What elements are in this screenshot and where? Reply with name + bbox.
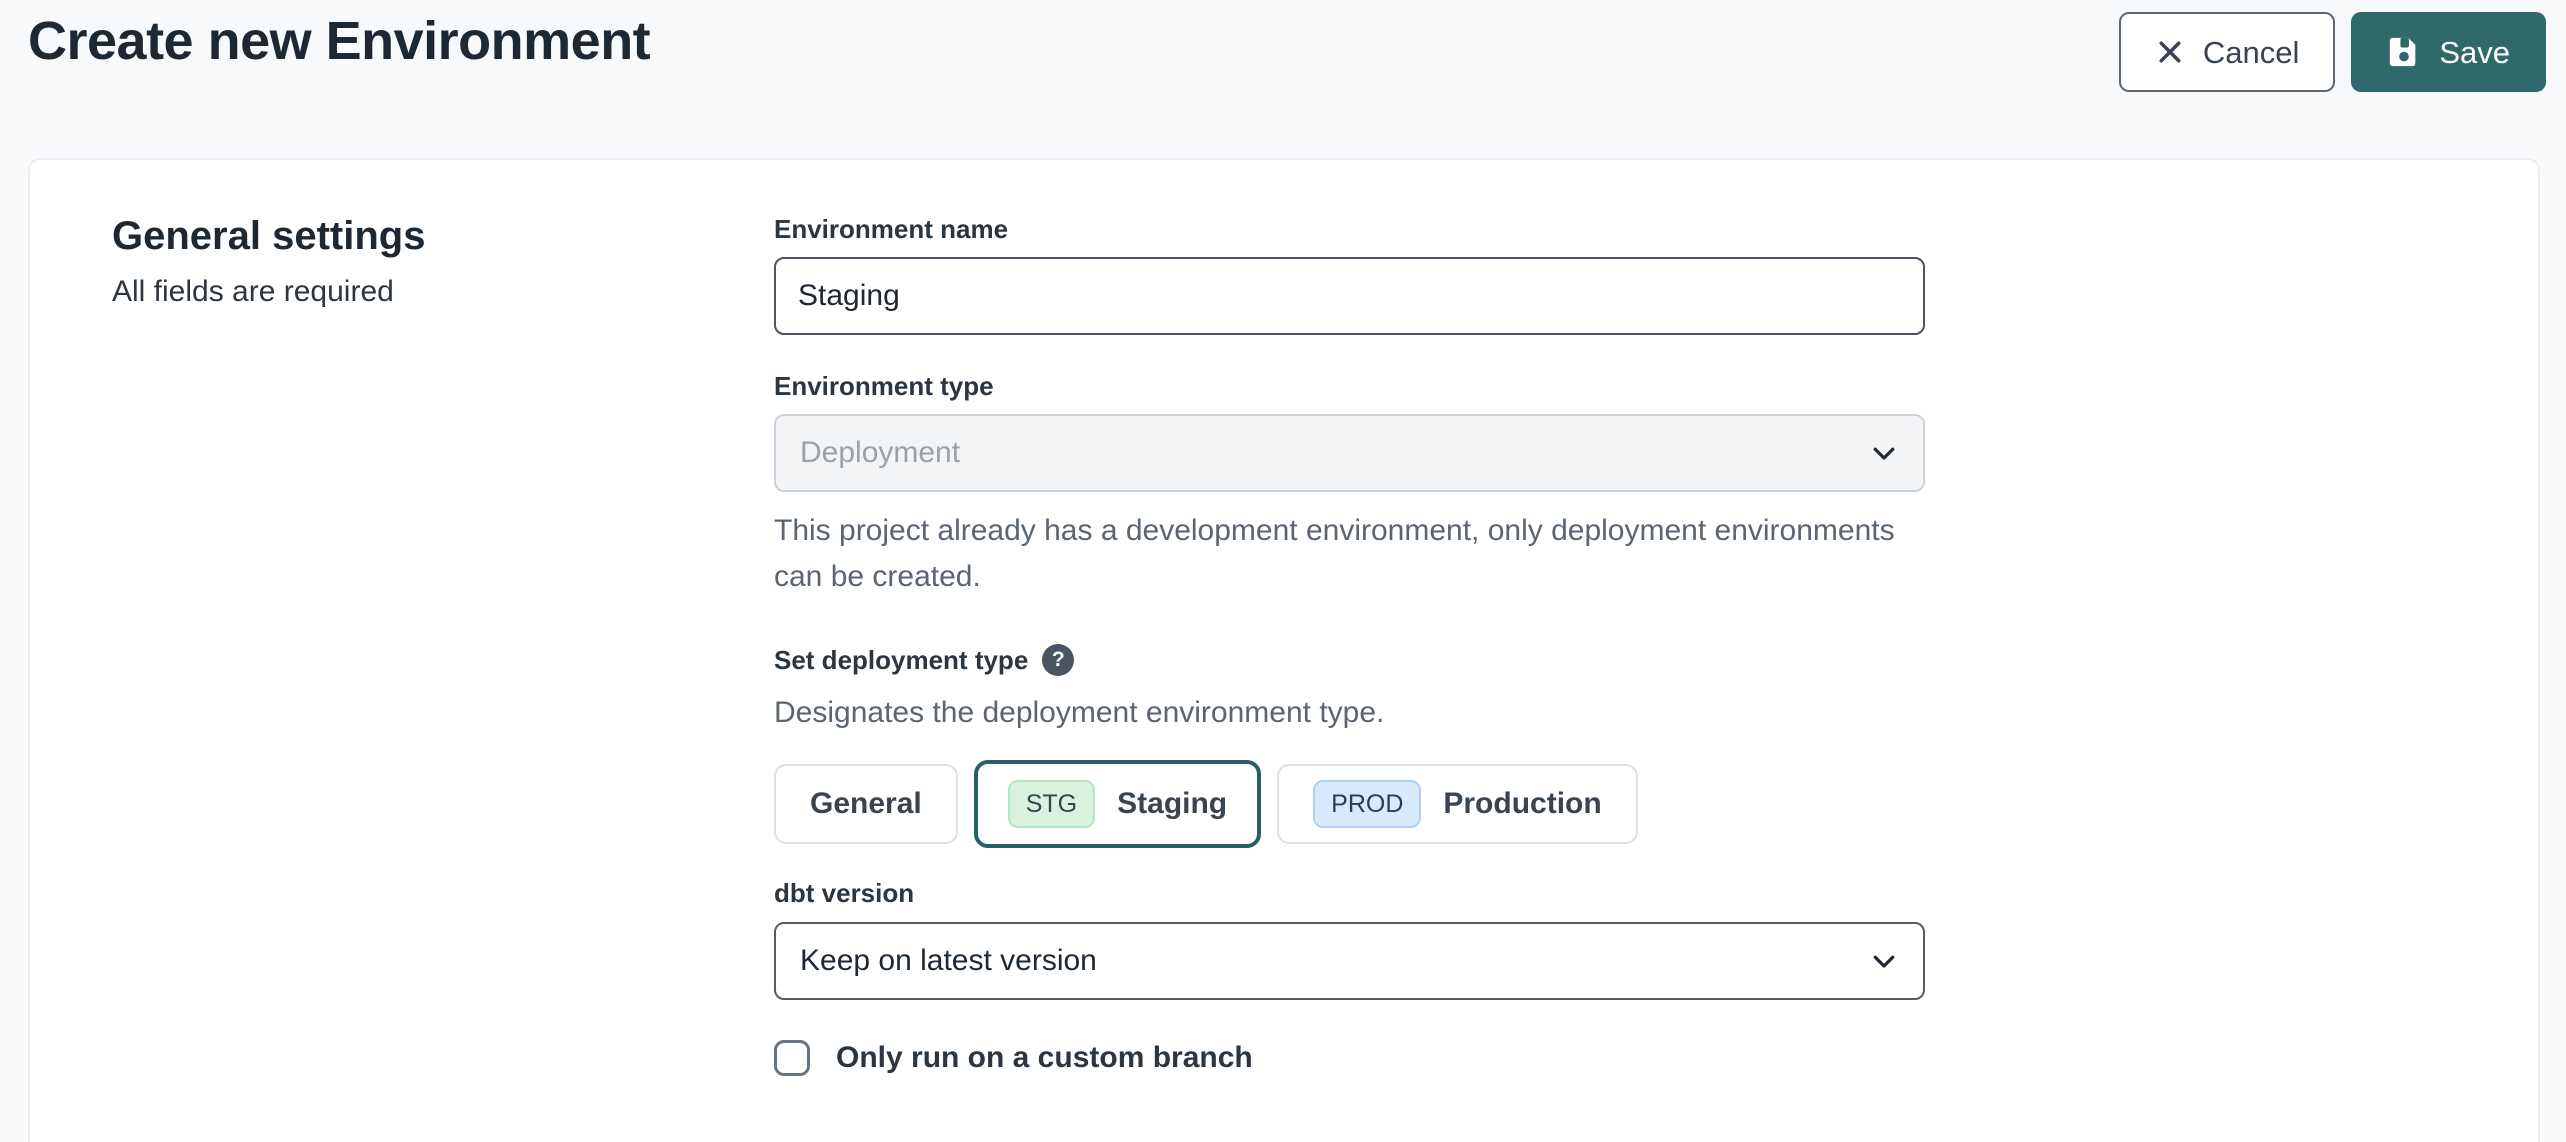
custom-branch-label[interactable]: Only run on a custom branch (836, 1041, 1253, 1075)
cancel-button[interactable]: Cancel (2119, 12, 2336, 92)
save-button-label: Save (2439, 37, 2510, 68)
section-subheading: All fields are required (112, 275, 774, 309)
section-intro: General settings All fields are required (112, 214, 774, 1076)
deployment-type-option-label: Production (1443, 787, 1601, 821)
deployment-type-help-text: Designates the deployment environment ty… (774, 690, 1925, 736)
environment-name-group: Environment name (774, 214, 1925, 335)
x-icon (2155, 37, 2185, 67)
environment-name-label: Environment name (774, 214, 1008, 245)
deployment-type-option-staging[interactable]: STG Staging (974, 760, 1261, 848)
production-badge: PROD (1313, 780, 1421, 828)
card-body: General settings All fields are required… (30, 160, 2538, 1076)
settings-card: General settings All fields are required… (28, 158, 2540, 1142)
staging-badge: STG (1008, 780, 1095, 828)
section-heading: General settings (112, 214, 774, 259)
environment-type-select[interactable]: Deployment (774, 414, 1925, 492)
deployment-type-label-row: Set deployment type ? (774, 644, 1925, 676)
deployment-type-option-general[interactable]: General (774, 764, 958, 844)
header-actions: Cancel Save (2119, 10, 2546, 92)
dbt-version-select[interactable]: Keep on latest version (774, 922, 1925, 1000)
custom-branch-group: Only run on a custom branch (774, 1040, 1925, 1076)
chevron-down-icon (1869, 946, 1899, 976)
chevron-down-icon (1869, 438, 1899, 468)
deployment-type-option-label: General (810, 787, 922, 821)
deployment-type-options: General STG Staging PROD Production (774, 760, 1925, 848)
general-settings-form: Environment name Environment type Deploy… (774, 214, 1925, 1076)
page-header: Create new Environment Cancel Save (0, 0, 2566, 158)
environment-type-label: Environment type (774, 371, 994, 402)
dbt-version-label: dbt version (774, 878, 914, 909)
save-button[interactable]: Save (2351, 12, 2546, 92)
environment-name-input[interactable] (774, 257, 1925, 335)
page-title: Create new Environment (28, 10, 650, 72)
custom-branch-checkbox[interactable] (774, 1040, 810, 1076)
environment-type-help-text: This project already has a development e… (774, 508, 1925, 600)
floppy-disk-icon (2387, 35, 2421, 69)
cancel-button-label: Cancel (2203, 37, 2300, 68)
dbt-version-group: dbt version Keep on latest version (774, 878, 1925, 999)
deployment-type-option-production[interactable]: PROD Production (1277, 764, 1638, 844)
dbt-version-value: Keep on latest version (800, 944, 1097, 978)
deployment-type-group: Set deployment type ? Designates the dep… (774, 644, 1925, 848)
environment-type-value: Deployment (800, 436, 960, 470)
deployment-type-label: Set deployment type (774, 645, 1028, 676)
deployment-type-option-label: Staging (1117, 787, 1227, 821)
environment-type-group: Environment type Deployment This project… (774, 371, 1925, 600)
question-mark-circle-icon[interactable]: ? (1042, 644, 1074, 676)
